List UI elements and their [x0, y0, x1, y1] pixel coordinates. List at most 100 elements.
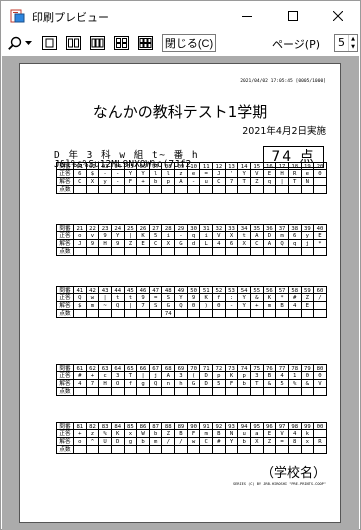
grid-cell: 5 — [150, 232, 163, 240]
grid-cell: R — [314, 438, 327, 446]
grid-cell: 4 — [213, 240, 226, 248]
grid-cell — [264, 186, 277, 194]
grid-cell: b — [238, 380, 251, 388]
grid-cell — [264, 446, 277, 454]
grid-cell: t — [112, 294, 125, 302]
grid-cell: q — [188, 232, 201, 240]
row-label: 点数 — [56, 248, 74, 256]
grid-cell: Y — [226, 438, 239, 446]
maximize-button[interactable] — [270, 1, 316, 31]
grid-cell — [137, 310, 150, 318]
grid-cell — [314, 248, 327, 256]
grid-cell — [74, 446, 87, 454]
answer-block: 問番 61 62 63 64 65 66 67 68 69 70 71 72 73 74 75 76 77 78 79… — [56, 364, 327, 396]
grid-cell: W — [137, 430, 150, 438]
grid-cell: i — [162, 232, 176, 240]
grid-cell — [125, 446, 138, 454]
grid-cell — [200, 388, 214, 396]
grid-cell: H — [99, 380, 112, 388]
two-page-view-button[interactable] — [64, 34, 82, 52]
grid-cell: & — [264, 380, 277, 388]
grid-cell: h — [175, 380, 188, 388]
grid-cell: | — [125, 302, 138, 310]
grid-cell: Q — [175, 302, 188, 310]
grid-cell: C — [200, 438, 214, 446]
one-page-icon — [41, 36, 57, 50]
grid-cell: G — [188, 380, 201, 388]
spinner-arrows[interactable]: ▲ ▼ — [348, 35, 357, 51]
one-page-view-button[interactable] — [40, 34, 58, 52]
grid-cell — [99, 446, 112, 454]
grid-cell: A — [162, 372, 176, 380]
three-page-icon — [89, 36, 105, 50]
grid-cell: T — [251, 380, 264, 388]
grid-cell: Y — [112, 232, 125, 240]
row-label: 正答 — [56, 170, 74, 178]
grid-cell — [87, 446, 100, 454]
grid-cell: K — [200, 294, 214, 302]
grid-cell — [276, 186, 289, 194]
row-label: 正答 — [56, 232, 74, 240]
grid-cell — [238, 248, 251, 256]
preview-area[interactable]: 2021/04/02 17:05:45 [0005/1000] なんかの教科テス… — [2, 56, 359, 530]
spin-up-icon[interactable]: ▲ — [349, 35, 357, 43]
grid-cell: 5 — [276, 380, 289, 388]
grid-row-nums: 問番 21 22 23 24 25 26 27 28 29 30 31 32 33 34 35 36 37 38 39… — [56, 224, 327, 233]
grid-cell: g — [137, 380, 150, 388]
grid-cell — [213, 446, 226, 454]
spin-down-icon[interactable]: ▼ — [349, 43, 357, 51]
four-page-view-button[interactable] — [112, 34, 130, 52]
grid-cell: 6 — [289, 232, 302, 240]
grid-cell: 7 — [87, 380, 100, 388]
grid-cell: u — [238, 430, 251, 438]
grid-cell — [289, 388, 302, 396]
grid-cell: x — [125, 430, 138, 438]
grid-cell — [175, 388, 188, 396]
grid-cell — [226, 446, 239, 454]
grid-cell: Y — [238, 294, 251, 302]
maximize-icon — [288, 11, 298, 21]
grid-cell: T — [289, 178, 302, 186]
grid-cell: 9 — [137, 294, 150, 302]
grid-row-nums: 問番 81 82 83 84 85 86 87 88 89 90 91 92 93 94 95 96 97 98 99… — [56, 422, 327, 431]
page-number-spinner[interactable]: 5 ▲ ▼ — [334, 34, 358, 52]
row-label: 正答 — [56, 294, 74, 302]
three-page-view-button[interactable] — [88, 34, 106, 52]
row-label: 解答 — [56, 178, 74, 186]
minimize-button[interactable] — [224, 1, 270, 31]
close-preview-button[interactable]: 閉じる(C) — [162, 34, 216, 52]
close-window-button[interactable] — [315, 1, 361, 31]
grid-cell — [276, 310, 289, 318]
grid-row-correct: 正答 o v 9 Y | K 5 i - q i V Xt A Dm 6 y E — [56, 232, 327, 240]
grid-cell: y — [302, 232, 315, 240]
grid-row-answer: 解答 o ^ U Dg b m / / w C # Yb X Z = 8 x R — [56, 438, 327, 446]
grid-cell: 3 — [175, 372, 188, 380]
grid-cell: / — [162, 438, 176, 446]
grid-cell — [314, 178, 327, 186]
grid-cell: B — [213, 430, 226, 438]
grid-cell: % — [289, 380, 302, 388]
grid-cell — [150, 310, 163, 318]
answer-block: 問番 01 02 03 04 05 06 07 08 09 10 11 12 13 14 15 16 17 18 19… — [56, 162, 327, 194]
grid-cell: 9 — [188, 294, 201, 302]
grid-cell: - — [99, 170, 112, 178]
grid-cell: e — [302, 170, 315, 178]
grid-cell — [213, 248, 226, 256]
grid-cell: t — [238, 232, 251, 240]
app-icon — [10, 9, 25, 23]
six-page-view-button[interactable] — [136, 34, 154, 52]
grid-cell — [74, 186, 87, 194]
row-label: 正答 — [56, 372, 74, 380]
grid-cell — [162, 248, 176, 256]
grid-cell — [314, 186, 327, 194]
zoom-button[interactable] — [5, 34, 35, 52]
grid-cell: K — [226, 372, 239, 380]
grid-cell: z — [87, 430, 100, 438]
answer-block: 問番 41 42 43 44 45 46 47 48 49 50 51 52 53 54 55 56 57 58 59… — [56, 286, 327, 318]
grid-cell: A — [251, 232, 264, 240]
grid-cell: 4 — [289, 302, 302, 310]
grid-cell — [150, 248, 163, 256]
grid-cell: = — [200, 170, 214, 178]
grid-cell: O — [112, 380, 125, 388]
grid-cell: Q — [112, 302, 125, 310]
